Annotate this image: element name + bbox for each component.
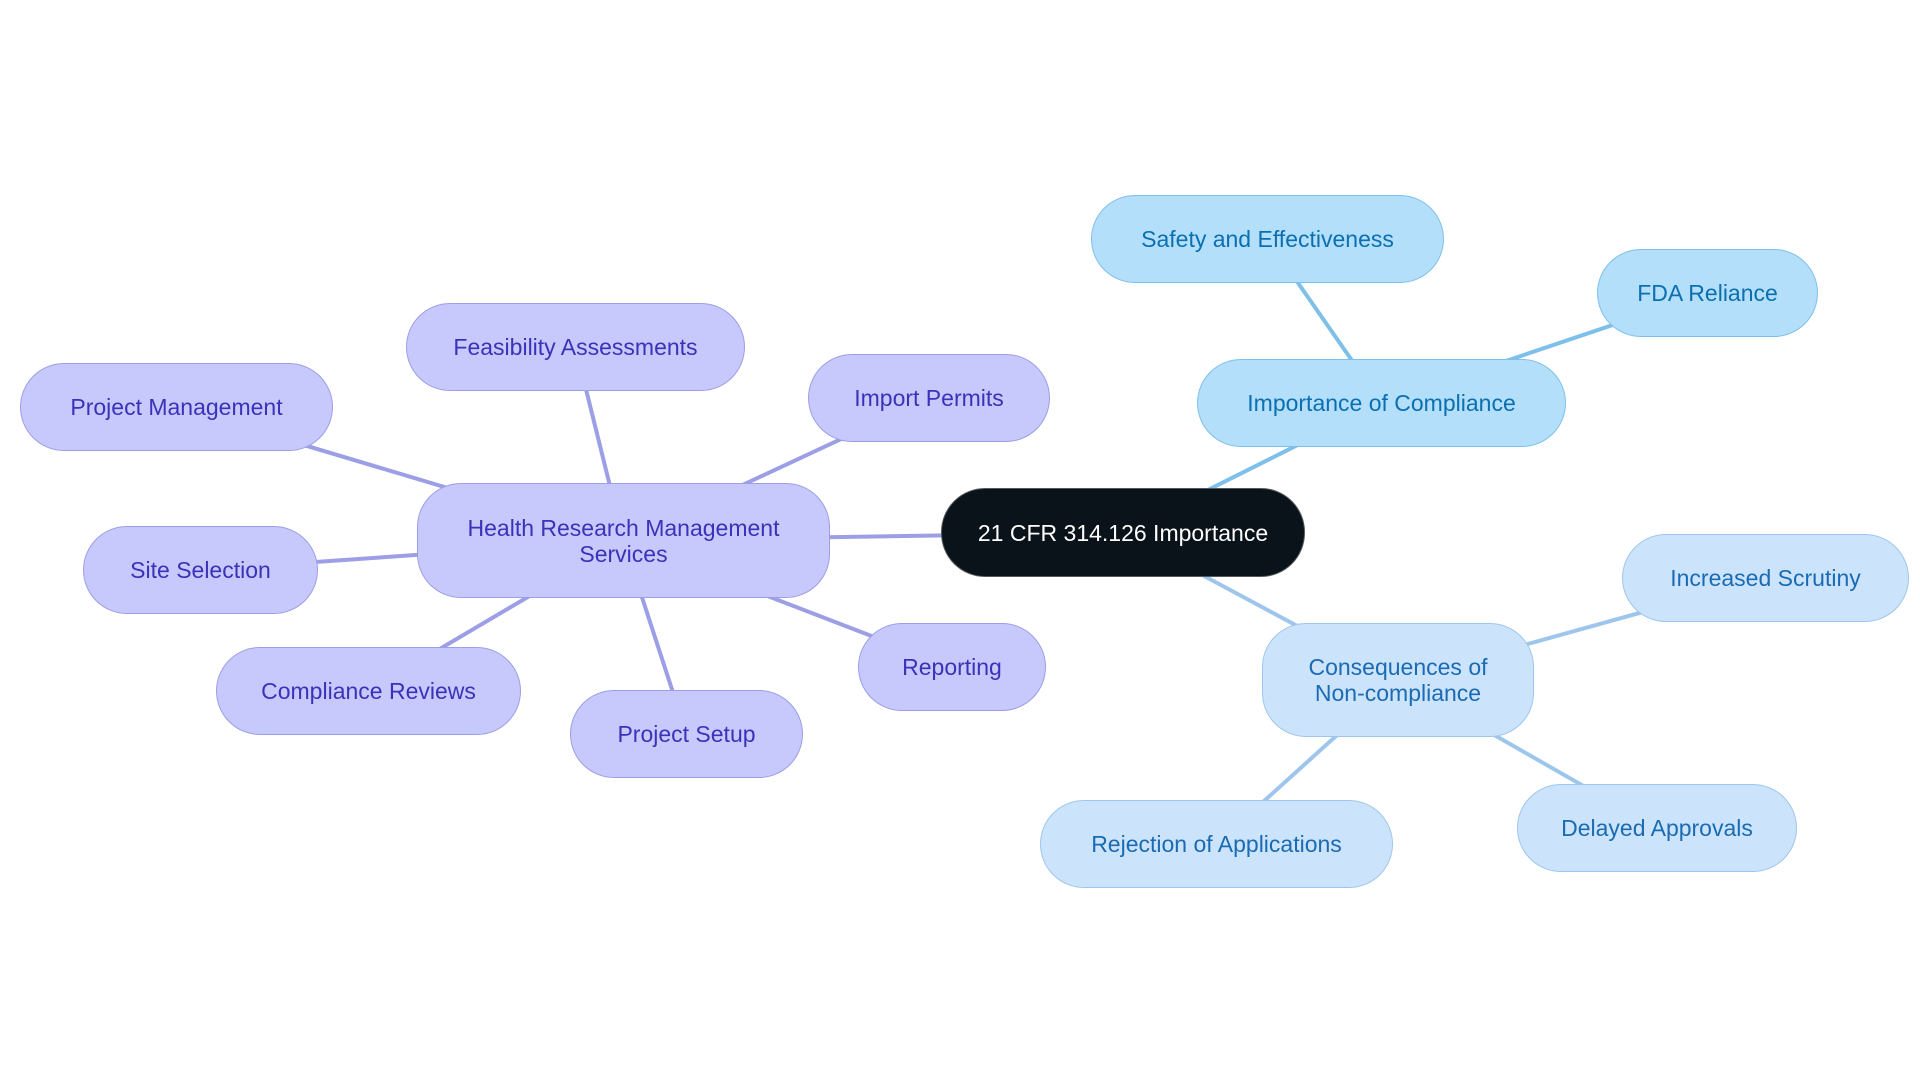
node-health-research-management-services[interactable]: Health Research Management Services <box>417 483 830 598</box>
node-delayed-approvals[interactable]: Delayed Approvals <box>1517 784 1797 872</box>
node-import-permits[interactable]: Import Permits <box>808 354 1050 442</box>
node-compliance-reviews[interactable]: Compliance Reviews <box>216 647 521 735</box>
node-rejection-of-applications[interactable]: Rejection of Applications <box>1040 800 1393 888</box>
node-site-selection[interactable]: Site Selection <box>83 526 318 614</box>
node-feasibility-assessments[interactable]: Feasibility Assessments <box>406 303 745 391</box>
root-node[interactable]: 21 CFR 314.126 Importance <box>941 488 1305 577</box>
node-importance-of-compliance[interactable]: Importance of Compliance <box>1197 359 1566 447</box>
node-fda-reliance[interactable]: FDA Reliance <box>1597 249 1818 337</box>
node-increased-scrutiny[interactable]: Increased Scrutiny <box>1622 534 1909 622</box>
node-consequences-of-non-compliance[interactable]: Consequences of Non-compliance <box>1262 623 1534 737</box>
node-project-management[interactable]: Project Management <box>20 363 333 451</box>
node-project-setup[interactable]: Project Setup <box>570 690 803 778</box>
node-safety-and-effectiveness[interactable]: Safety and Effectiveness <box>1091 195 1444 283</box>
node-reporting[interactable]: Reporting <box>858 623 1046 711</box>
